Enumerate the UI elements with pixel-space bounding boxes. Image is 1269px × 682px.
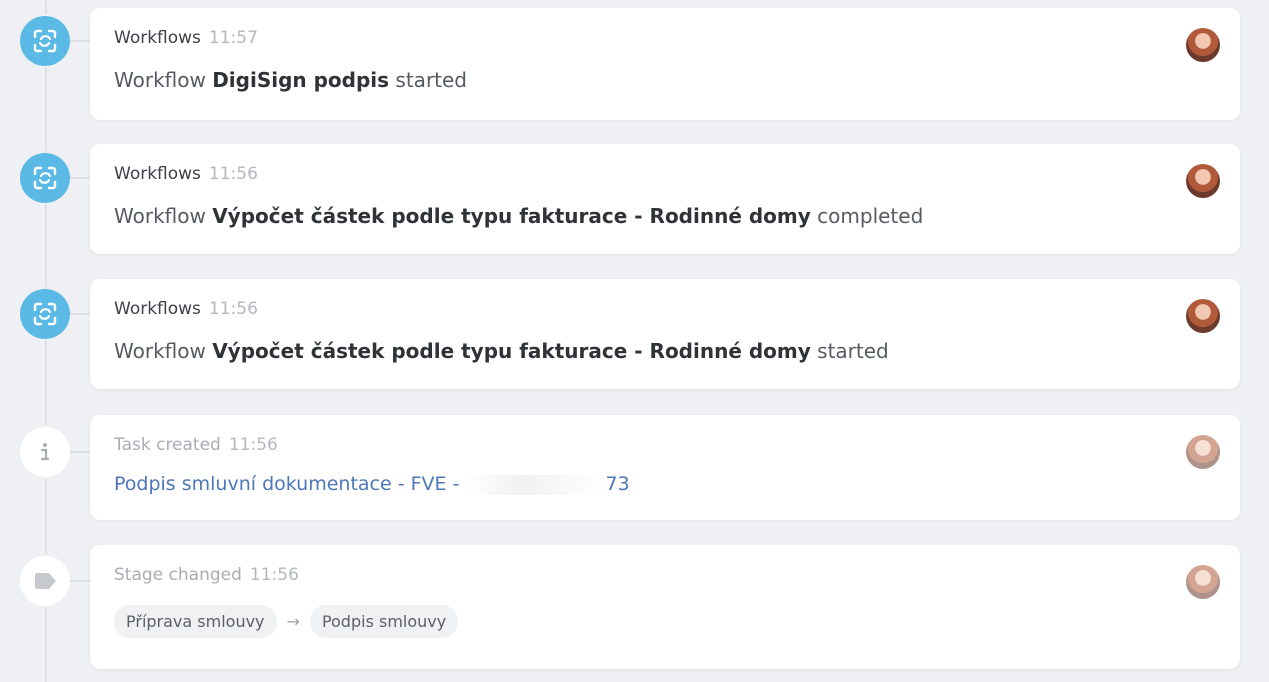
tag-icon: [20, 556, 70, 606]
task-link-end: 73: [605, 473, 630, 495]
info-icon: [20, 427, 70, 477]
redacted-text: [465, 474, 606, 495]
entry-source: Workflows: [114, 164, 201, 184]
timeline-connector: [70, 313, 90, 315]
from-stage-badge: Příprava smlouvy: [114, 605, 277, 638]
task-link[interactable]: Podpis smluvní dokumentace - FVE - 73: [114, 473, 630, 495]
workflow-status: completed: [817, 204, 924, 228]
entry-meta: Task created 11:56: [114, 435, 278, 455]
workflow-prefix: Workflow: [114, 339, 206, 363]
workflow-sync-icon: [20, 289, 70, 339]
entry-time: 11:56: [208, 164, 258, 184]
workflow-prefix: Workflow: [114, 204, 206, 228]
entry-time: 11:56: [208, 299, 258, 319]
entry-meta: Workflows 11:57: [114, 28, 258, 48]
entry-meta: Stage changed 11:56: [114, 565, 299, 585]
workflow-card: Workflows 11:56 Workflow Výpočet částek p…: [90, 144, 1240, 254]
user-avatar[interactable]: [1186, 299, 1220, 333]
user-avatar[interactable]: [1186, 28, 1220, 62]
entry-message: Workflow Výpočet částek podle typu faktu…: [114, 204, 923, 228]
workflow-card: Workflows 11:56 Workflow Výpočet částek p…: [90, 279, 1240, 389]
entry-source: Workflows: [114, 28, 201, 48]
timeline-connector: [70, 580, 90, 582]
entry-time: 11:56: [228, 435, 278, 455]
timeline-connector: [70, 177, 90, 179]
user-avatar[interactable]: [1186, 164, 1220, 198]
entry-time: 11:56: [249, 565, 299, 585]
entry-source: Workflows: [114, 299, 201, 319]
workflow-name: DigiSign podpis: [212, 68, 390, 92]
workflow-name: Výpočet částek podle typu fakturace - Ro…: [212, 204, 811, 228]
workflow-status: started: [395, 68, 468, 92]
workflow-sync-icon: [20, 153, 70, 203]
stage-card: Stage changed 11:56 Příprava smlouvy → Po…: [90, 545, 1240, 669]
workflow-prefix: Workflow: [114, 68, 206, 92]
entry-meta: Workflows 11:56: [114, 299, 258, 319]
workflow-sync-icon: [20, 16, 70, 66]
stage-change-row: Příprava smlouvy → Podpis smlouvy: [114, 605, 459, 638]
entry-meta: Workflows 11:56: [114, 164, 258, 184]
entry-message: Workflow DigiSign podpis started: [114, 68, 467, 92]
entry-source: Task created: [114, 435, 221, 455]
workflow-status: started: [817, 339, 889, 363]
entry-time: 11:57: [208, 28, 258, 48]
user-avatar[interactable]: [1186, 435, 1220, 469]
task-link-start: Podpis smluvní dokumentace - FVE -: [114, 473, 460, 495]
workflow-card: Workflows 11:57 Workflow DigiSign podpis …: [90, 8, 1240, 120]
timeline-connector: [70, 40, 90, 42]
arrow-right-icon: →: [286, 612, 300, 631]
entry-source: Stage changed: [114, 565, 242, 585]
timeline-connector: [70, 451, 90, 453]
to-stage-badge: Podpis smlouvy: [309, 605, 459, 638]
task-card: Task created 11:56 Podpis smluvní dokumen…: [90, 415, 1240, 520]
workflow-name: Výpočet částek podle typu fakturace - Ro…: [212, 339, 811, 363]
entry-message: Workflow Výpočet částek podle typu faktu…: [114, 339, 889, 363]
activity-feed: Workflows 11:57 Workflow DigiSign podpis …: [0, 0, 1269, 682]
user-avatar[interactable]: [1186, 565, 1220, 599]
